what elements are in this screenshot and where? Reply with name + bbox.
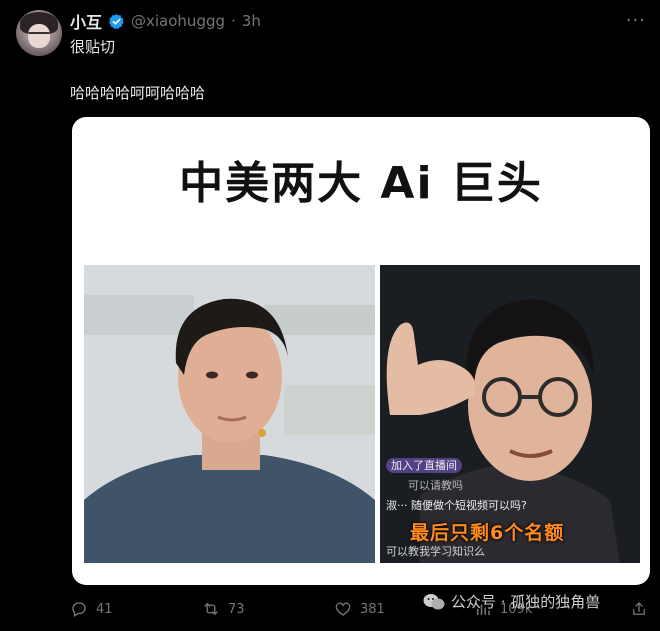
reply-icon	[72, 602, 86, 617]
retweet-count: 73	[228, 601, 245, 617]
overlay-join-text: 加入了直播间	[386, 458, 462, 473]
person-left-illustration	[84, 265, 375, 563]
overlay-caption: 最后只剩6个名额	[410, 522, 565, 544]
overlay-msg2-line: 淑··· 随便做个短视频可以吗?	[386, 497, 527, 513]
retweet-icon	[204, 603, 218, 615]
photo-right-streamer: 加入了直播间 可以请教吗 淑··· 随便做个短视频可以吗? 最后只剩6个名额 可…	[380, 265, 640, 563]
tweet-media-image[interactable]: 中美两大 Ai 巨头 加入了直播间 可以请教吗 淑··· 随便做个短视频可以吗?…	[72, 117, 650, 585]
share-icon[interactable]	[630, 600, 648, 618]
wechat-watermark: 公众号 · 孤独的独角兽	[423, 591, 600, 612]
avatar-glasses	[28, 32, 50, 39]
verified-badge-icon	[109, 13, 124, 29]
like-count: 381	[360, 601, 385, 617]
overlay-msg1: 可以请教吗	[408, 479, 463, 492]
author-handle[interactable]: @xiaohuggg	[131, 12, 225, 30]
wechat-logo-icon	[423, 593, 445, 609]
photo-left-person	[84, 265, 375, 563]
reply-count: 41	[96, 601, 113, 617]
retweet-action[interactable]: 73	[202, 600, 245, 618]
author-name[interactable]: 小互	[70, 9, 102, 33]
tweet-time[interactable]: 3h	[242, 12, 261, 30]
like-action[interactable]: 381	[334, 600, 385, 618]
meme-title: 中美两大 Ai 巨头	[179, 158, 543, 209]
tweet-text-line2: 哈哈哈哈呵呵哈哈哈	[70, 84, 206, 102]
overlay-msg3: 可以教我学习知识么	[386, 545, 485, 558]
tweet-text-line1: 很贴切	[70, 38, 116, 56]
overlay-msg2-user: 淑···	[386, 499, 408, 512]
reply-action[interactable]: 41	[70, 600, 113, 618]
tweet-header: 小互 @xiaohuggg · 3h	[70, 10, 261, 32]
overlay-msg2-text: 随便做个短视频可以吗?	[411, 499, 527, 512]
watermark-text: 公众号 · 孤独的独角兽	[451, 593, 601, 611]
avatar[interactable]	[16, 10, 62, 56]
overlay-join-line: 加入了直播间	[386, 457, 462, 473]
more-options-icon[interactable]: ···	[626, 10, 646, 31]
separator-dot: ·	[231, 12, 236, 30]
heart-icon	[335, 602, 351, 616]
